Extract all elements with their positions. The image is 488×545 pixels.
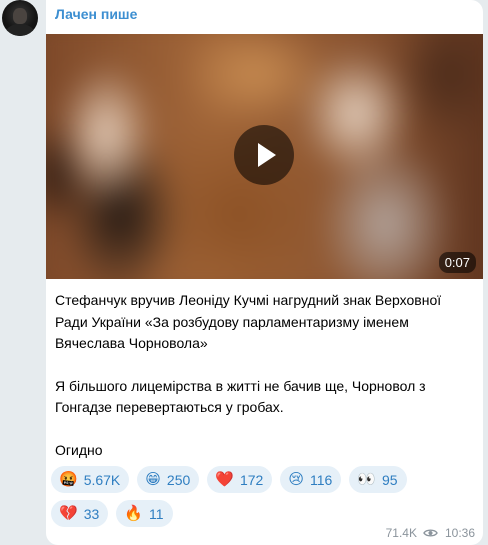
reaction-count: 95 [381,471,398,488]
message-meta: 71.4K 10:36 [386,526,475,540]
reaction-heart[interactable]: ❤️ 172 [207,466,273,493]
reaction-enraged[interactable]: 🤬 5.67K [51,466,130,493]
red-heart-icon: ❤️ [215,471,234,488]
reactions-bar: 🤬 5.67K 😁 250 ❤️ 172 😢 116 👀 95 💔 33 🔥 1… [51,466,471,527]
fire-icon: 🔥 [124,505,143,522]
reaction-count: 172 [239,471,264,488]
eyes-icon: 👀 [357,471,376,488]
reaction-count: 116 [309,471,333,488]
chat-view: Лачен пише 0:07 Стефанчук вручив Леоніду… [0,0,488,545]
message-bubble: Лачен пише 0:07 Стефанчук вручив Леоніду… [46,0,483,545]
message-paragraph: Я більшого лицемірства в житті не бачив … [55,377,426,416]
reaction-count: 250 [166,471,191,488]
reaction-fire[interactable]: 🔥 11 [116,500,173,527]
reaction-eyes[interactable]: 👀 95 [349,466,407,493]
message-paragraph: Стефанчук вручив Леоніду Кучмі нагрудний… [55,292,442,351]
reaction-broken-heart[interactable]: 💔 33 [51,500,109,527]
reaction-grin[interactable]: 😁 250 [137,466,200,493]
reaction-count: 11 [148,505,164,522]
video-duration: 0:07 [438,252,476,273]
avatar-shoulders [6,24,34,36]
reaction-count: 5.67K [83,471,121,488]
play-icon [258,143,276,167]
play-button[interactable] [234,125,294,185]
author-name[interactable]: Лачен пише [55,6,137,22]
broken-heart-icon: 💔 [59,505,78,522]
grinning-face-icon: 😁 [145,471,161,488]
message-text: Стефанчук вручив Леоніду Кучмі нагрудний… [55,290,475,461]
enraged-face-icon: 🤬 [59,471,78,488]
video-preview[interactable]: 0:07 [46,34,483,279]
eye-icon [423,529,438,537]
message-time: 10:36 [444,526,475,540]
view-count: 71.4K [385,526,417,540]
channel-avatar[interactable] [2,0,38,36]
reaction-count: 33 [83,505,100,522]
crying-face-icon: 😢 [288,471,304,488]
reaction-cry[interactable]: 😢 116 [280,466,342,493]
message-paragraph: Огидно [55,441,103,458]
avatar-face [13,8,27,24]
